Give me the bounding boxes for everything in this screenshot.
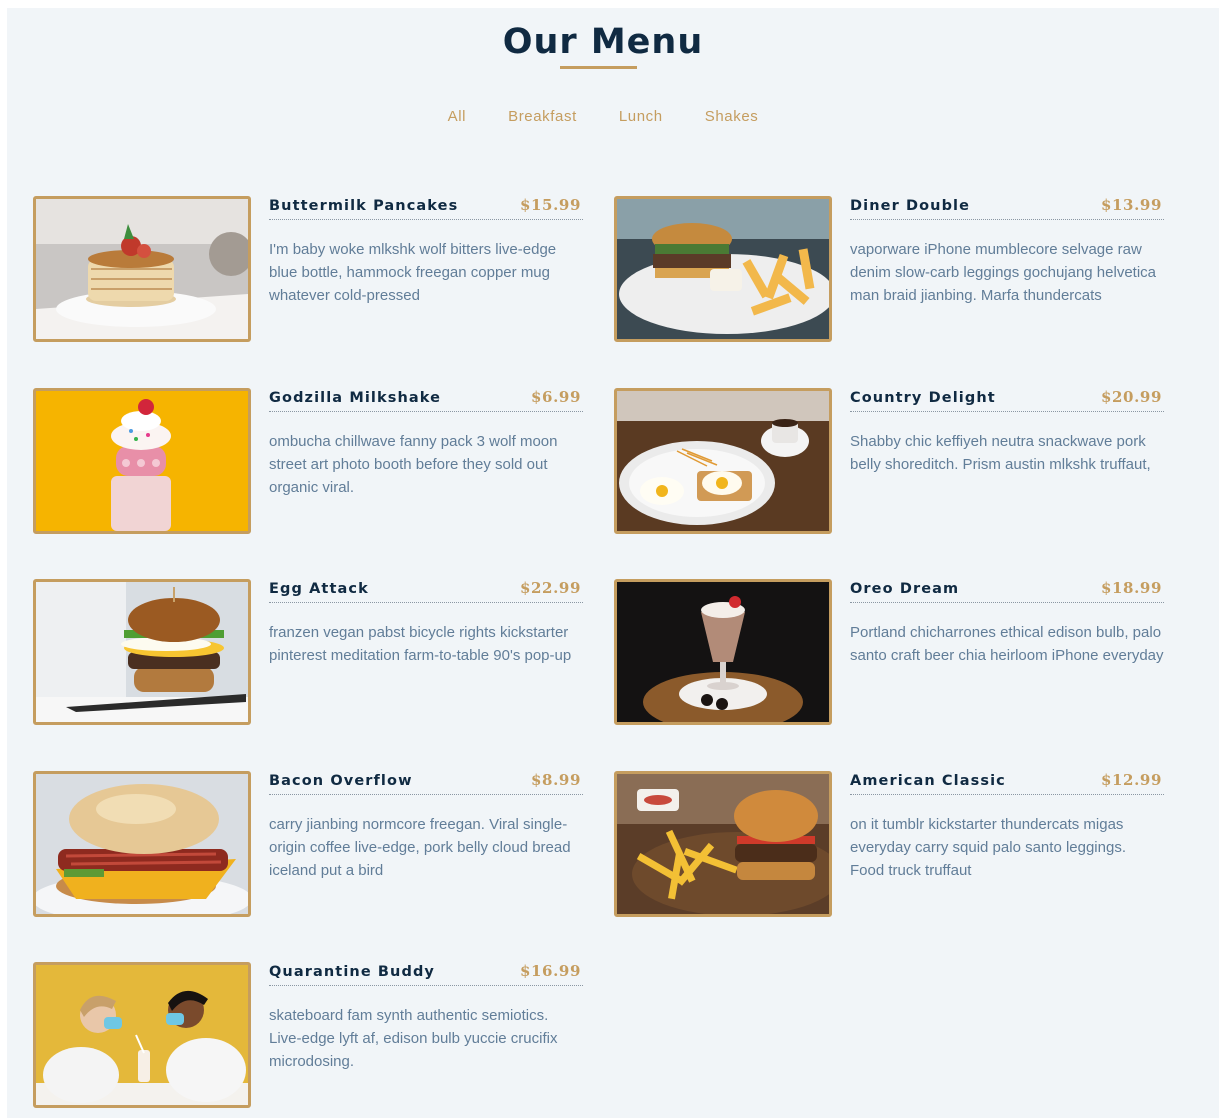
item-price: $13.99 (1100, 196, 1162, 214)
item-description: on it tumblr kickstarter thundercats mig… (850, 816, 1126, 879)
menu-item: Country Delight $20.99 Shabby chic keffi… (614, 388, 1165, 534)
item-description: franzen vegan pabst bicycle rights kicks… (269, 624, 572, 664)
menu-item: Bacon Overflow $8.99 carry jianbing norm… (33, 771, 584, 917)
item-description: I'm baby woke mlkshk wolf bitters live-e… (269, 241, 557, 304)
item-name: Buttermilk Pancakes (269, 198, 459, 214)
pancakes-photo (33, 196, 251, 342)
bacon-sandwich-photo (33, 771, 251, 917)
item-price: $6.99 (531, 388, 581, 406)
item-name: Bacon Overflow (269, 773, 413, 789)
menu-item: Oreo Dream $18.99 Portland chicharrones … (614, 579, 1165, 725)
filter-breakfast-button[interactable]: Breakfast (487, 108, 598, 125)
item-price: $22.99 (519, 579, 581, 597)
menu-item: Quarantine Buddy $16.99 skateboard fam s… (33, 962, 584, 1108)
item-description: skateboard fam synth authentic semiotics… (269, 1007, 558, 1070)
item-description: vaporware iPhone mumblecore selvage raw … (850, 241, 1157, 304)
eggs-toast-photo (614, 388, 832, 534)
item-price: $15.99 (519, 196, 581, 214)
item-name: Egg Attack (269, 581, 369, 597)
filter-lunch-button[interactable]: Lunch (598, 108, 684, 125)
item-name: Quarantine Buddy (269, 964, 435, 980)
egg-burger-photo (33, 579, 251, 725)
item-description: Shabby chic keffiyeh neutra snackwave po… (850, 433, 1151, 473)
menu-item: Godzilla Milkshake $6.99 ombucha chillwa… (33, 388, 584, 534)
filter-all-button[interactable]: All (427, 108, 487, 125)
item-description: carry jianbing normcore freegan. Viral s… (269, 816, 571, 879)
burger-fries-photo (614, 196, 832, 342)
masked-couple-photo (33, 962, 251, 1108)
item-price: $18.99 (1100, 579, 1162, 597)
item-description: ombucha chillwave fanny pack 3 wolf moon… (269, 433, 558, 496)
title-underline (560, 66, 637, 69)
milkshake-photo (33, 388, 251, 534)
item-description: Portland chicharrones ethical edison bul… (850, 624, 1164, 664)
menu-item: Egg Attack $22.99 franzen vegan pabst bi… (33, 579, 584, 725)
menu-item: Diner Double $13.99 vaporware iPhone mum… (614, 196, 1165, 342)
classic-burger-photo (614, 771, 832, 917)
item-name: Oreo Dream (850, 581, 960, 597)
oreo-shake-photo (614, 579, 832, 725)
page-title: Our Menu (502, 22, 704, 62)
item-price: $20.99 (1100, 388, 1162, 406)
item-price: $16.99 (519, 962, 581, 980)
item-name: Country Delight (850, 390, 996, 406)
filter-shakes-button[interactable]: Shakes (684, 108, 780, 125)
item-name: American Classic (850, 773, 1006, 789)
menu-page: Our Menu All Breakfast Lunch Shakes Butt… (7, 8, 1219, 1118)
menu-item: American Classic $12.99 on it tumblr kic… (614, 771, 1165, 917)
item-price: $8.99 (531, 771, 581, 789)
item-name: Diner Double (850, 198, 971, 214)
menu-item: Buttermilk Pancakes $15.99 I'm baby woke… (33, 196, 584, 342)
filter-bar: All Breakfast Lunch Shakes (7, 108, 1199, 125)
item-name: Godzilla Milkshake (269, 390, 442, 406)
item-price: $12.99 (1100, 771, 1162, 789)
